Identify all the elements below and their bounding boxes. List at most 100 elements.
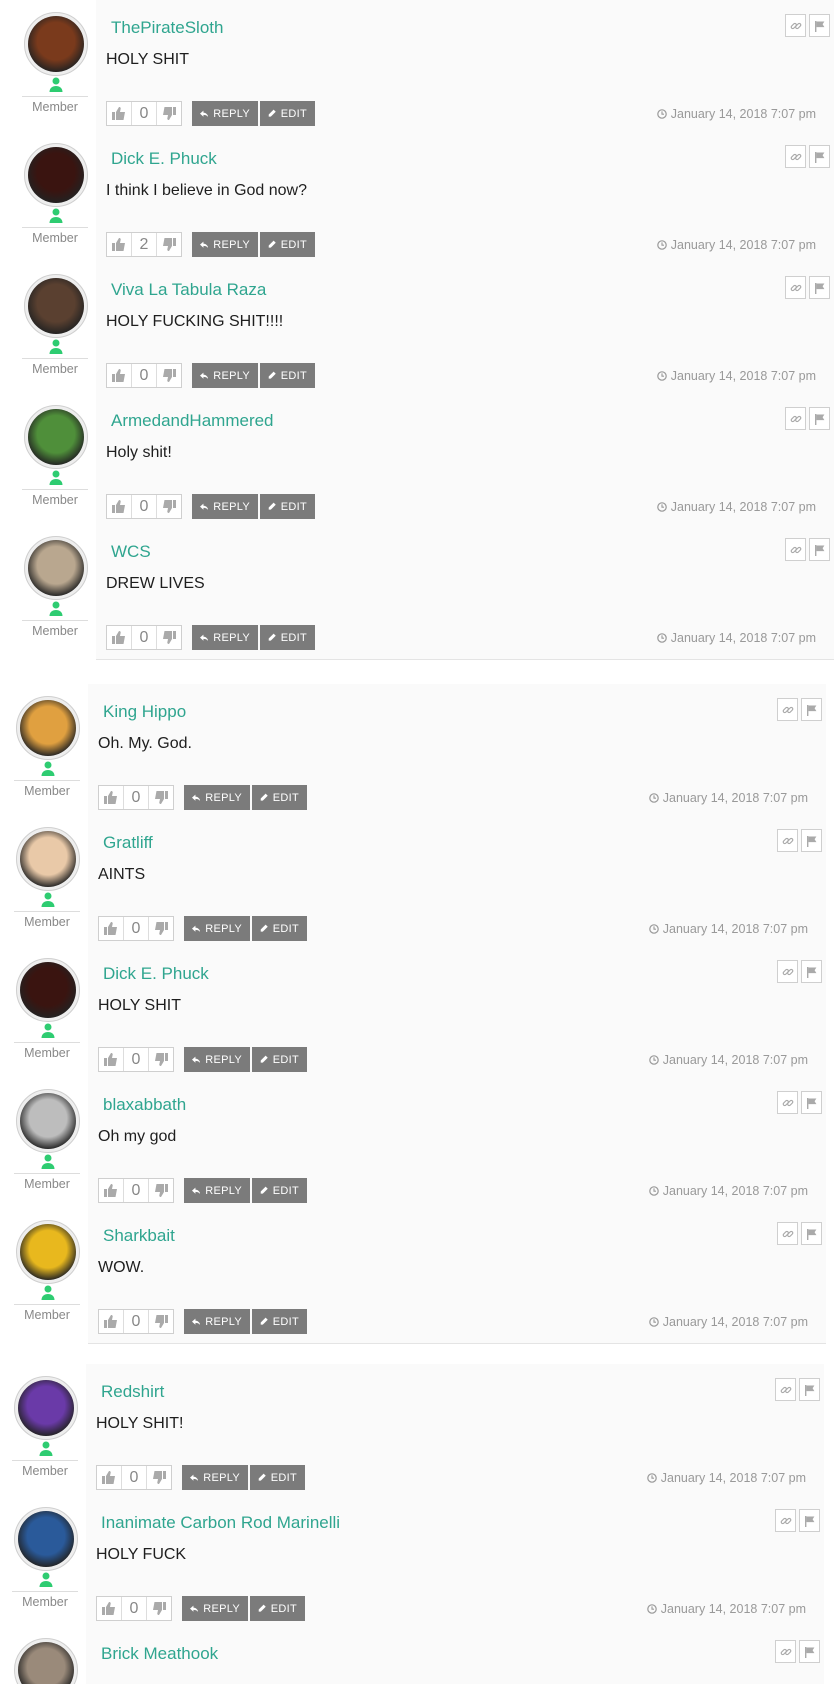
report-button[interactable] [809,538,830,561]
upvote-button[interactable] [99,1179,123,1202]
author-name[interactable]: King Hippo [103,702,186,722]
permalink-button[interactable] [775,1640,796,1663]
author-name[interactable]: blaxabbath [103,1095,186,1115]
avatar[interactable] [24,405,88,469]
edit-button[interactable]: EDIT [252,1178,307,1203]
downvote-button[interactable] [157,364,181,387]
upvote-button[interactable] [107,495,131,518]
upvote-button[interactable] [97,1597,121,1620]
report-button[interactable] [801,698,822,721]
permalink-button[interactable] [785,538,806,561]
avatar[interactable] [14,1507,78,1571]
report-button[interactable] [801,1091,822,1114]
edit-button[interactable]: EDIT [260,232,315,257]
downvote-button[interactable] [157,495,181,518]
edit-button[interactable]: EDIT [250,1596,305,1621]
author-name[interactable]: Gratliff [103,833,153,853]
author-name[interactable]: Sharkbait [103,1226,175,1246]
report-button[interactable] [799,1509,820,1532]
downvote-button[interactable] [147,1597,171,1620]
permalink-button[interactable] [785,407,806,430]
reply-button[interactable]: REPLY [184,1309,250,1334]
reply-button[interactable]: REPLY [184,785,250,810]
downvote-button[interactable] [147,1466,171,1489]
avatar[interactable] [16,958,80,1022]
author-name[interactable]: Dick E. Phuck [111,149,217,169]
upvote-button[interactable] [99,1048,123,1071]
upvote-button[interactable] [99,786,123,809]
reply-button[interactable]: REPLY [192,625,258,650]
author-name[interactable]: WCS [111,542,151,562]
report-button[interactable] [809,407,830,430]
report-button[interactable] [809,14,830,37]
permalink-button[interactable] [777,960,798,983]
edit-button[interactable]: EDIT [250,1465,305,1490]
permalink-button[interactable] [777,829,798,852]
downvote-button[interactable] [149,786,173,809]
reply-button[interactable]: REPLY [182,1465,248,1490]
reply-button[interactable]: REPLY [184,1047,250,1072]
avatar[interactable] [24,143,88,207]
avatar[interactable] [24,536,88,600]
upvote-button[interactable] [107,233,131,256]
upvote-button[interactable] [99,917,123,940]
permalink-button[interactable] [777,1091,798,1114]
avatar[interactable] [16,827,80,891]
upvote-button[interactable] [107,102,131,125]
downvote-button[interactable] [149,1310,173,1333]
author-name[interactable]: ArmedandHammered [111,411,274,431]
report-button[interactable] [809,145,830,168]
reply-button[interactable]: REPLY [182,1596,248,1621]
permalink-button[interactable] [775,1378,796,1401]
edit-button[interactable]: EDIT [252,785,307,810]
author-name[interactable]: Dick E. Phuck [103,964,209,984]
avatar[interactable] [16,1089,80,1153]
downvote-button[interactable] [149,1179,173,1202]
reply-button[interactable]: REPLY [192,363,258,388]
edit-button[interactable]: EDIT [252,1047,307,1072]
edit-button[interactable]: EDIT [260,101,315,126]
avatar[interactable] [24,12,88,76]
permalink-button[interactable] [777,698,798,721]
avatar[interactable] [14,1376,78,1440]
report-button[interactable] [801,1222,822,1245]
avatar[interactable] [16,1220,80,1284]
upvote-button[interactable] [97,1466,121,1489]
avatar[interactable] [14,1638,78,1684]
downvote-button[interactable] [157,233,181,256]
avatar[interactable] [24,274,88,338]
reply-button[interactable]: REPLY [192,232,258,257]
downvote-button[interactable] [149,1048,173,1071]
report-button[interactable] [801,829,822,852]
author-name[interactable]: Redshirt [101,1382,164,1402]
report-button[interactable] [799,1640,820,1663]
upvote-button[interactable] [99,1310,123,1333]
author-name[interactable]: Inanimate Carbon Rod Marinelli [101,1513,340,1533]
avatar[interactable] [16,696,80,760]
edit-button[interactable]: EDIT [260,363,315,388]
upvote-button[interactable] [107,364,131,387]
edit-button[interactable]: EDIT [260,625,315,650]
downvote-button[interactable] [157,102,181,125]
permalink-button[interactable] [785,145,806,168]
edit-button[interactable]: EDIT [252,916,307,941]
edit-button[interactable]: EDIT [260,494,315,519]
reply-button[interactable]: REPLY [184,916,250,941]
downvote-button[interactable] [149,917,173,940]
reply-button[interactable]: REPLY [184,1178,250,1203]
permalink-button[interactable] [775,1509,796,1532]
author-name[interactable]: ThePirateSloth [111,18,223,38]
permalink-button[interactable] [777,1222,798,1245]
permalink-button[interactable] [785,276,806,299]
author-name[interactable]: Viva La Tabula Raza [111,280,266,300]
report-button[interactable] [799,1378,820,1401]
report-button[interactable] [809,276,830,299]
upvote-button[interactable] [107,626,131,649]
downvote-button[interactable] [157,626,181,649]
reply-button[interactable]: REPLY [192,101,258,126]
permalink-button[interactable] [785,14,806,37]
report-button[interactable] [801,960,822,983]
author-name[interactable]: Brick Meathook [101,1644,218,1664]
edit-button[interactable]: EDIT [252,1309,307,1334]
reply-button[interactable]: REPLY [192,494,258,519]
